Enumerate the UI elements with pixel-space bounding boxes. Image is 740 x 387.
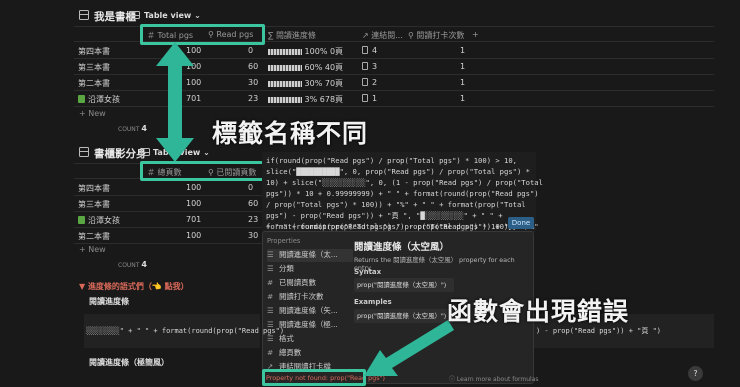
list-icon: ☰ [267, 306, 274, 315]
add-column-icon[interactable]: + [472, 30, 479, 39]
formula-line: / prop("Total pgs") * 100)) + "%" + " " … [266, 200, 526, 209]
learn-more-link[interactable]: ⓘ Learn more about formulas [449, 374, 539, 383]
database-icon [79, 147, 89, 157]
annotation-bottom: 函數會出現錯誤 [447, 297, 630, 326]
table-view-icon [131, 11, 140, 19]
list-icon: ☰ [267, 264, 274, 273]
property-item[interactable]: ☰ 閱讀進度條（太... [267, 249, 353, 262]
view-label: Table view [144, 11, 192, 20]
table-view-icon [141, 148, 150, 156]
property-item[interactable]: # 總頁數 [267, 347, 353, 360]
detail-title: 閱讀進度條（太空風） [354, 242, 450, 253]
formula-line: pgs") - prop("Read pgs")) + "頁 ", "█░░░░… [266, 211, 503, 220]
table-row[interactable]: 沿潭女孩 701 23 [74, 212, 262, 228]
examples-label: Examples [354, 298, 392, 306]
highlight-box-error [262, 369, 366, 386]
properties-heading: Properties [267, 237, 301, 245]
col-checkins[interactable]: ⚲ 閱讀打卡次數 [408, 30, 464, 41]
formula-line: if(round(prop("Read pgs") / prop("Total … [266, 156, 517, 165]
done-button[interactable]: Done [508, 217, 534, 229]
new-row-button-1[interactable]: + New [79, 109, 106, 118]
property-item[interactable]: ☰ 閱讀進度條（矢... [267, 305, 353, 318]
new-row-button-2[interactable]: + New [79, 245, 106, 254]
chevron-down-icon: ⌄ [203, 148, 210, 157]
count-1: COUNT 4 [118, 124, 147, 133]
code-line-left: ░░░░░░░░" + " " + format(round(prop("Rea… [86, 327, 285, 335]
syntax-code: prop("閱讀進度條（太空風）") [354, 278, 454, 292]
formula-line: pgs")) * 10 + 0.99999999) + " " + format… [266, 189, 539, 198]
table-row[interactable]: 第三本書 100 60 [74, 196, 262, 212]
table-row[interactable]: 第二本書 100 30 [74, 228, 262, 244]
property-item[interactable]: ☰ 分類 [267, 263, 353, 276]
formula-line: slice("██████████", 0, prop("Read pgs") … [266, 167, 530, 176]
section-subheading-2: 閱讀進度條（極簡風） [89, 358, 169, 367]
book-icon [78, 216, 85, 224]
view-selector-1[interactable]: Table view ⌄ [144, 11, 201, 20]
help-button[interactable]: ? [688, 366, 703, 381]
database-icon [79, 10, 89, 20]
col-links[interactable]: ↗ 連結閱... [362, 30, 403, 41]
database-title-2[interactable]: 書櫃影分身 [94, 146, 147, 161]
hash-icon: # [267, 292, 274, 301]
database-title-1[interactable]: 我是書櫃 [94, 9, 136, 24]
count-2: COUNT 4 [118, 260, 147, 269]
double-arrow-icon [156, 42, 194, 162]
annotation-top: 標籤名稱不同 [212, 119, 369, 148]
diagonal-arrow-icon [364, 320, 454, 376]
hash-icon: # [267, 348, 274, 357]
book-icon [78, 95, 85, 103]
formula-editor[interactable]: if(round(prop("Read pgs") / prop("Total … [262, 152, 543, 232]
table-row[interactable]: 第四本書 100 0 [74, 180, 262, 196]
property-item[interactable]: # 已閱讀頁數 [267, 277, 353, 290]
highlight-box-mid [140, 161, 265, 181]
list-icon: ☰ [267, 250, 274, 259]
hash-icon: # [267, 278, 274, 287]
chevron-down-icon: ⌄ [194, 11, 201, 20]
syntax-label: Syntax [354, 268, 382, 276]
col-progress[interactable]: ∑ 閱讀進度條 [268, 30, 316, 41]
formula-line: 10) + slice("░░░░░░░░░░", 0, (1 - prop("… [266, 178, 543, 187]
property-item[interactable]: # 閱讀打卡次數 [267, 291, 353, 304]
toggle-section-title[interactable]: ▼ 進度條的語式們（👈 點我） [79, 281, 189, 292]
section-subheading-1: 閱讀進度條 [89, 297, 129, 306]
